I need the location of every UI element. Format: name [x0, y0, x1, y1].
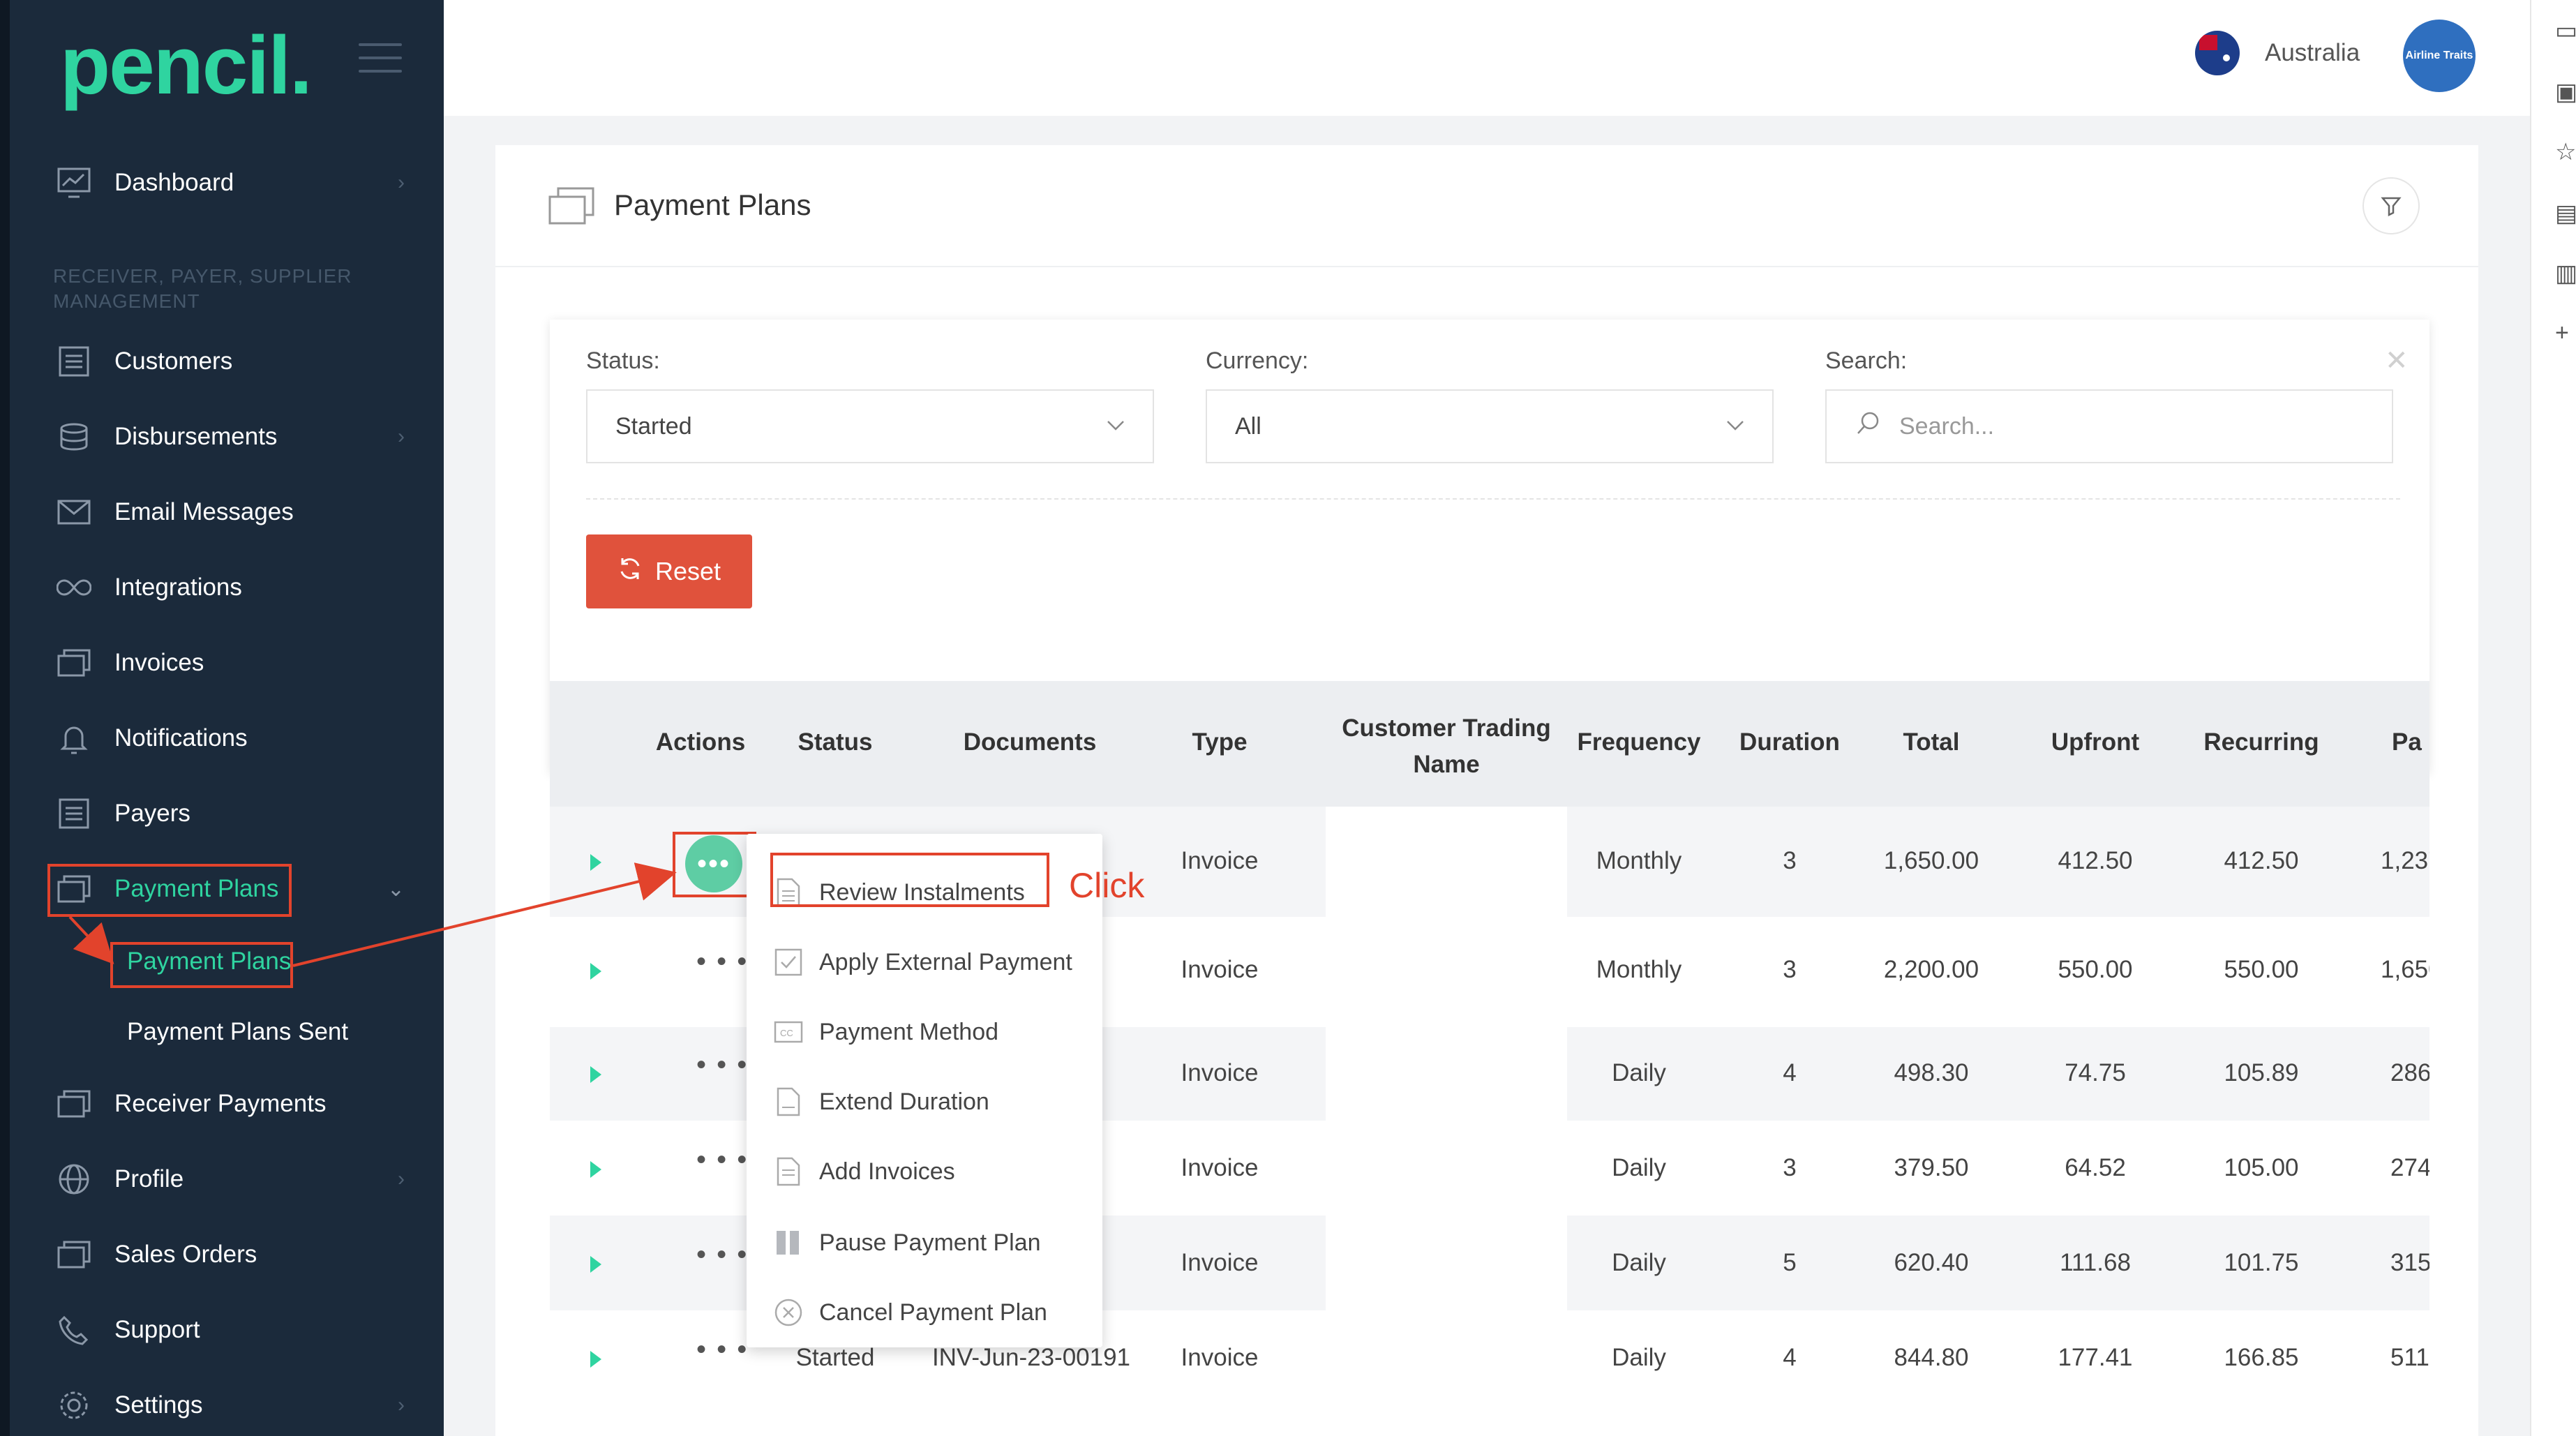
arrow-to-subitem	[68, 915, 114, 964]
arrow-to-actions	[292, 862, 677, 967]
annotation-arrows	[68, 862, 677, 967]
